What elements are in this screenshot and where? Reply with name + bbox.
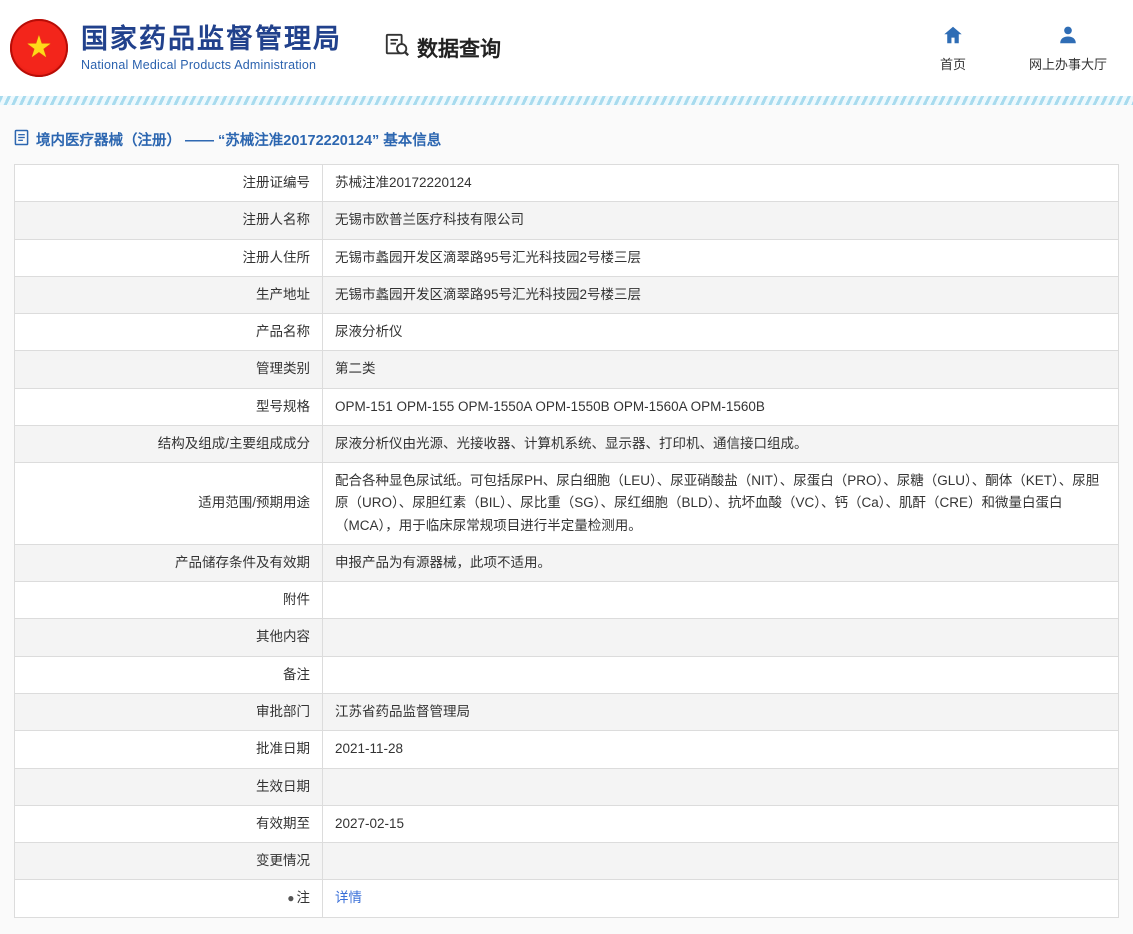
row-value bbox=[323, 843, 1119, 880]
table-row: 附件 bbox=[15, 582, 1119, 619]
table-row: 批准日期2021-11-28 bbox=[15, 731, 1119, 768]
table-row: 审批部门江苏省药品监督管理局 bbox=[15, 693, 1119, 730]
row-label: 产品储存条件及有效期 bbox=[15, 544, 323, 581]
header-nav: 首页 网上办事大厅 bbox=[925, 24, 1107, 73]
row-value bbox=[323, 582, 1119, 619]
row-label: 注册人住所 bbox=[15, 239, 323, 276]
row-value bbox=[323, 619, 1119, 656]
row-label: 附件 bbox=[15, 582, 323, 619]
table-row: 变更情况 bbox=[15, 843, 1119, 880]
row-label: 有效期至 bbox=[15, 805, 323, 842]
info-table-body: 注册证编号苏械注准20172220124 注册人名称无锡市欧普兰医疗科技有限公司… bbox=[15, 165, 1119, 918]
row-label: 其他内容 bbox=[15, 619, 323, 656]
row-value bbox=[323, 656, 1119, 693]
table-row: 备注 bbox=[15, 656, 1119, 693]
data-query-tab[interactable]: 数据查询 bbox=[384, 32, 501, 64]
table-row: 结构及组成/主要组成成分尿液分析仪由光源、光接收器、计算机系统、显示器、打印机、… bbox=[15, 425, 1119, 462]
table-row: 产品储存条件及有效期申报产品为有源器械，此项不适用。 bbox=[15, 544, 1119, 581]
row-value: 苏械注准20172220124 bbox=[323, 165, 1119, 202]
data-query-label: 数据查询 bbox=[417, 33, 501, 63]
table-row: 生效日期 bbox=[15, 768, 1119, 805]
page-doc-icon bbox=[14, 129, 29, 150]
document-search-icon bbox=[384, 32, 410, 64]
national-emblem-logo: ★ bbox=[10, 19, 68, 77]
nav-online-hall-label: 网上办事大厅 bbox=[1029, 54, 1107, 73]
table-row: ●注 详情 bbox=[15, 880, 1119, 917]
row-value: 第二类 bbox=[323, 351, 1119, 388]
row-value: 无锡市蠡园开发区滴翠路95号汇光科技园2号楼三层 bbox=[323, 239, 1119, 276]
table-row: 管理类别第二类 bbox=[15, 351, 1119, 388]
row-label: 结构及组成/主要组成成分 bbox=[15, 425, 323, 462]
table-row: 生产地址无锡市蠡园开发区滴翠路95号汇光科技园2号楼三层 bbox=[15, 276, 1119, 313]
row-label: 生产地址 bbox=[15, 276, 323, 313]
row-label: 生效日期 bbox=[15, 768, 323, 805]
org-title: 国家药品监督管理局 bbox=[81, 24, 342, 55]
row-value: 申报产品为有源器械，此项不适用。 bbox=[323, 544, 1119, 581]
site-header: ★ 国家药品监督管理局 National Medical Products Ad… bbox=[0, 0, 1133, 96]
row-label: 注册证编号 bbox=[15, 165, 323, 202]
row-label: 变更情况 bbox=[15, 843, 323, 880]
row-value: 尿液分析仪由光源、光接收器、计算机系统、显示器、打印机、通信接口组成。 bbox=[323, 425, 1119, 462]
row-label: 批准日期 bbox=[15, 731, 323, 768]
row-value bbox=[323, 768, 1119, 805]
row-value: 江苏省药品监督管理局 bbox=[323, 693, 1119, 730]
emblem-star-icon: ★ bbox=[26, 33, 53, 63]
row-label: ●注 bbox=[15, 880, 323, 917]
note-bullet-icon: ● bbox=[287, 891, 294, 905]
person-icon bbox=[1057, 24, 1079, 49]
striped-divider bbox=[0, 96, 1133, 105]
row-value: 尿液分析仪 bbox=[323, 314, 1119, 351]
breadcrumb: 境内医疗器械（注册） —— “苏械注准20172220124” 基本信息 bbox=[0, 105, 1133, 164]
nav-home-label: 首页 bbox=[940, 54, 966, 73]
home-icon bbox=[942, 24, 964, 49]
table-row: 注册人住所无锡市蠡园开发区滴翠路95号汇光科技园2号楼三层 bbox=[15, 239, 1119, 276]
registration-info-table: 注册证编号苏械注准20172220124 注册人名称无锡市欧普兰医疗科技有限公司… bbox=[14, 164, 1119, 918]
table-row: 产品名称尿液分析仪 bbox=[15, 314, 1119, 351]
row-value: 无锡市蠡园开发区滴翠路95号汇光科技园2号楼三层 bbox=[323, 276, 1119, 313]
row-value: OPM-151 OPM-155 OPM-1550A OPM-1550B OPM-… bbox=[323, 388, 1119, 425]
row-label: 型号规格 bbox=[15, 388, 323, 425]
row-value: 配合各种显色尿试纸。可包括尿PH、尿白细胞（LEU）、尿亚硝酸盐（NIT）、尿蛋… bbox=[323, 463, 1119, 545]
row-label: 管理类别 bbox=[15, 351, 323, 388]
row-value: 2021-11-28 bbox=[323, 731, 1119, 768]
row-label: 备注 bbox=[15, 656, 323, 693]
row-value: 2027-02-15 bbox=[323, 805, 1119, 842]
row-value: 详情 bbox=[323, 880, 1119, 917]
row-label: 注册人名称 bbox=[15, 202, 323, 239]
nav-online-hall[interactable]: 网上办事大厅 bbox=[1029, 24, 1107, 73]
row-label: 适用范围/预期用途 bbox=[15, 463, 323, 545]
detail-link[interactable]: 详情 bbox=[335, 890, 362, 905]
table-row: 有效期至2027-02-15 bbox=[15, 805, 1119, 842]
page-title: 境内医疗器械（注册） —— “苏械注准20172220124” 基本信息 bbox=[36, 129, 441, 150]
org-title-block: 国家药品监督管理局 National Medical Products Admi… bbox=[81, 24, 342, 71]
table-row: 其他内容 bbox=[15, 619, 1119, 656]
org-subtitle: National Medical Products Administration bbox=[81, 58, 342, 72]
table-row: 注册证编号苏械注准20172220124 bbox=[15, 165, 1119, 202]
note-label: 注 bbox=[297, 890, 311, 905]
row-value: 无锡市欧普兰医疗科技有限公司 bbox=[323, 202, 1119, 239]
table-row: 注册人名称无锡市欧普兰医疗科技有限公司 bbox=[15, 202, 1119, 239]
nav-home[interactable]: 首页 bbox=[925, 24, 981, 73]
row-label: 审批部门 bbox=[15, 693, 323, 730]
table-row: 适用范围/预期用途配合各种显色尿试纸。可包括尿PH、尿白细胞（LEU）、尿亚硝酸… bbox=[15, 463, 1119, 545]
row-label: 产品名称 bbox=[15, 314, 323, 351]
table-row: 型号规格OPM-151 OPM-155 OPM-1550A OPM-1550B … bbox=[15, 388, 1119, 425]
page: ★ 国家药品监督管理局 National Medical Products Ad… bbox=[0, 0, 1133, 918]
